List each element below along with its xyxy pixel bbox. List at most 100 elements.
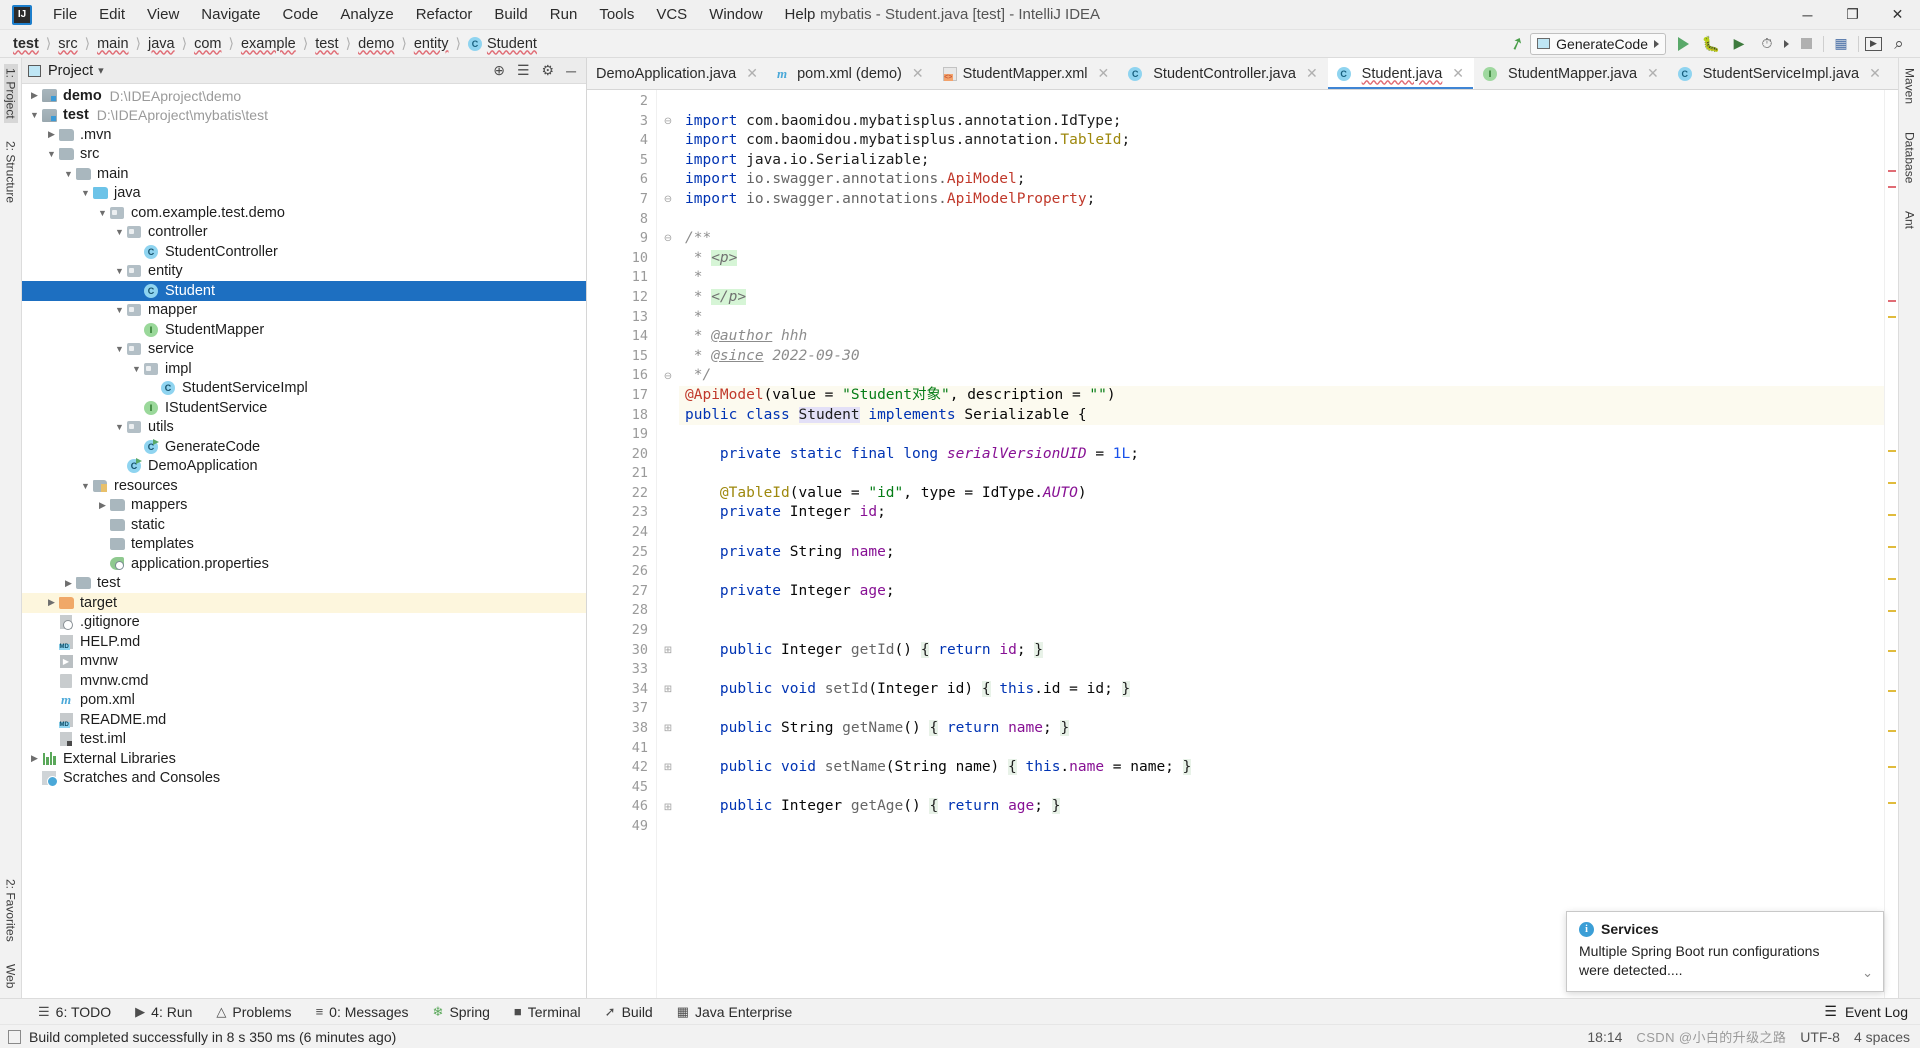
bottom-button-java-enterprise[interactable]: ▦ Java Enterprise [665, 1002, 805, 1022]
code-line[interactable] [679, 778, 1884, 798]
tree-node-main[interactable]: ▼ main [22, 164, 586, 184]
tree-node-resources[interactable]: ▼ resources [22, 476, 586, 496]
editor-tab-demoapplication-java[interactable]: DemoApplication.java ✕ [587, 58, 768, 89]
menu-item-run[interactable]: Run [539, 3, 589, 26]
tree-node-com-example-test-demo[interactable]: ▼ com.example.test.demo [22, 203, 586, 223]
code-line[interactable]: @TableId(value = "id", type = IdType.AUT… [679, 484, 1884, 504]
tree-node-readme-md[interactable]: ▶README.md [22, 710, 586, 730]
fold-marker[interactable] [657, 92, 679, 112]
tree-expand-arrow-icon[interactable]: ▼ [79, 188, 92, 198]
breadcrumb-item-src[interactable]: src [53, 35, 82, 53]
fold-marker[interactable] [657, 464, 679, 484]
tree-expand-arrow-icon[interactable]: ▼ [113, 266, 126, 276]
breadcrumb-item-example[interactable]: example [236, 35, 301, 53]
editor-tab-bar[interactable]: DemoApplication.java✕mpom.xml (demo)✕Stu… [587, 58, 1898, 90]
tool-window-maven[interactable]: Maven [1903, 64, 1917, 108]
menu-item-edit[interactable]: Edit [88, 3, 136, 26]
tree-node-istudentservice[interactable]: ▶IIStudentService [22, 398, 586, 418]
collapse-all-icon[interactable]: ☰ [517, 62, 530, 79]
close-tab-icon[interactable]: ✕ [1452, 65, 1464, 82]
code-line[interactable]: private Integer id; [679, 503, 1884, 523]
breadcrumb-item-java[interactable]: java [143, 35, 180, 53]
editor-tab-istudentservice-java[interactable]: IIStudentService.java✕ [1891, 58, 1898, 89]
fold-marker[interactable] [657, 543, 679, 563]
fold-marker[interactable] [657, 739, 679, 759]
code-line[interactable]: @ApiModel(value = "Student对象", descripti… [679, 385, 1884, 406]
fold-marker[interactable] [657, 288, 679, 308]
tree-expand-arrow-icon[interactable]: ▼ [28, 110, 41, 120]
fold-marker[interactable] [657, 386, 679, 406]
tool-window-project[interactable]: 1: Project [3, 64, 18, 123]
code-line[interactable] [679, 739, 1884, 759]
tree-node-mapper[interactable]: ▼ mapper [22, 301, 586, 321]
fold-marker[interactable] [657, 621, 679, 641]
hide-icon[interactable]: ─ [566, 63, 576, 79]
tree-node--gitignore[interactable]: ▶.gitignore [22, 613, 586, 633]
fold-marker[interactable] [657, 210, 679, 230]
fold-marker[interactable]: ⊞ [657, 719, 679, 739]
bottom-button-terminal[interactable]: ■ Terminal [502, 1002, 593, 1022]
code-line[interactable] [679, 660, 1884, 680]
fold-marker[interactable] [657, 327, 679, 347]
tree-node-utils[interactable]: ▼ utils [22, 418, 586, 438]
menu-item-build[interactable]: Build [483, 3, 538, 26]
tree-expand-arrow-icon[interactable]: ▼ [113, 305, 126, 315]
fold-marker[interactable]: ⊖ [657, 366, 679, 386]
code-line[interactable]: * [679, 308, 1884, 328]
code-line[interactable]: import io.swagger.annotations.ApiModel; [679, 170, 1884, 190]
tree-node-test[interactable]: ▶ test [22, 574, 586, 594]
maximize-button[interactable]: ❐ [1830, 0, 1875, 30]
fold-marker[interactable] [657, 484, 679, 504]
code-line[interactable]: * <p> [679, 249, 1884, 269]
services-button[interactable]: ▦ [1830, 33, 1852, 55]
menu-item-tools[interactable]: Tools [588, 3, 645, 26]
code-line[interactable] [679, 464, 1884, 484]
close-tab-icon[interactable]: ✕ [746, 65, 758, 82]
tree-node-studentcontroller[interactable]: ▶CStudentController [22, 242, 586, 262]
search-everywhere-icon[interactable]: ⌕ [1888, 33, 1910, 55]
code-line[interactable] [679, 817, 1884, 837]
balloon-expand-chevron-icon[interactable]: ⌄ [1862, 965, 1873, 981]
fold-marker[interactable] [657, 601, 679, 621]
tree-expand-arrow-icon[interactable]: ▶ [28, 753, 41, 764]
fold-marker[interactable]: ⊖ [657, 190, 679, 210]
tree-node-mvnw[interactable]: ▶▶mvnw [22, 652, 586, 672]
breadcrumb-item-student[interactable]: C Student [463, 35, 542, 53]
code-line[interactable] [679, 425, 1884, 445]
fold-marker[interactable]: ⊖ [657, 112, 679, 132]
tree-node-test[interactable]: ▼ test D:\IDEAproject\mybatis\test [22, 106, 586, 126]
tree-node-templates[interactable]: ▶templates [22, 535, 586, 555]
tree-node-target[interactable]: ▶ target [22, 593, 586, 613]
hammer-icon[interactable]: ➚ [1507, 32, 1527, 56]
code-line[interactable]: public void setId(Integer id) { this.id … [679, 680, 1884, 700]
tree-node-studentserviceimpl[interactable]: ▶CStudentServiceImpl [22, 379, 586, 399]
gear-icon[interactable]: ⚙ [542, 62, 555, 79]
menu-item-help[interactable]: Help [774, 3, 827, 26]
tree-expand-arrow-icon[interactable]: ▶ [28, 90, 41, 101]
bottom-button-todo[interactable]: ☰ 6: TODO [26, 1002, 123, 1022]
breadcrumb-item-entity[interactable]: entity [409, 35, 454, 53]
status-encoding[interactable]: UTF-8 [1800, 1029, 1840, 1045]
terminal-button[interactable]: ▶ [1865, 36, 1882, 51]
debug-button[interactable]: 🐛 [1700, 33, 1722, 55]
tree-node-application-properties[interactable]: ▶application.properties [22, 554, 586, 574]
menu-item-window[interactable]: Window [698, 3, 773, 26]
menu-item-analyze[interactable]: Analyze [329, 3, 404, 26]
code-line[interactable]: * [679, 268, 1884, 288]
breadcrumb-item-demo[interactable]: demo [353, 35, 399, 53]
profiler-button[interactable]: ⏱ [1756, 33, 1778, 55]
code-line[interactable]: public void setName(String name) { this.… [679, 758, 1884, 778]
code-line[interactable]: * @since 2022-09-30 [679, 347, 1884, 367]
tree-node-impl[interactable]: ▼ impl [22, 359, 586, 379]
fold-marker[interactable] [657, 582, 679, 602]
chevron-down-icon[interactable]: ▾ [98, 64, 104, 77]
fold-marker[interactable] [657, 308, 679, 328]
editor-tab-studentmapper-java[interactable]: I StudentMapper.java ✕ [1474, 58, 1669, 89]
code-line[interactable] [679, 621, 1884, 641]
editor-tab-student-java[interactable]: C Student.java ✕ [1327, 58, 1475, 89]
tree-expand-arrow-icon[interactable]: ▼ [96, 208, 109, 218]
fold-marker[interactable] [657, 660, 679, 680]
tree-node-mvnw-cmd[interactable]: ▶mvnw.cmd [22, 671, 586, 691]
editor-tab-studentmapper-xml[interactable]: StudentMapper.xml ✕ [934, 58, 1120, 89]
profiler-chevron-icon[interactable] [1784, 39, 1789, 48]
